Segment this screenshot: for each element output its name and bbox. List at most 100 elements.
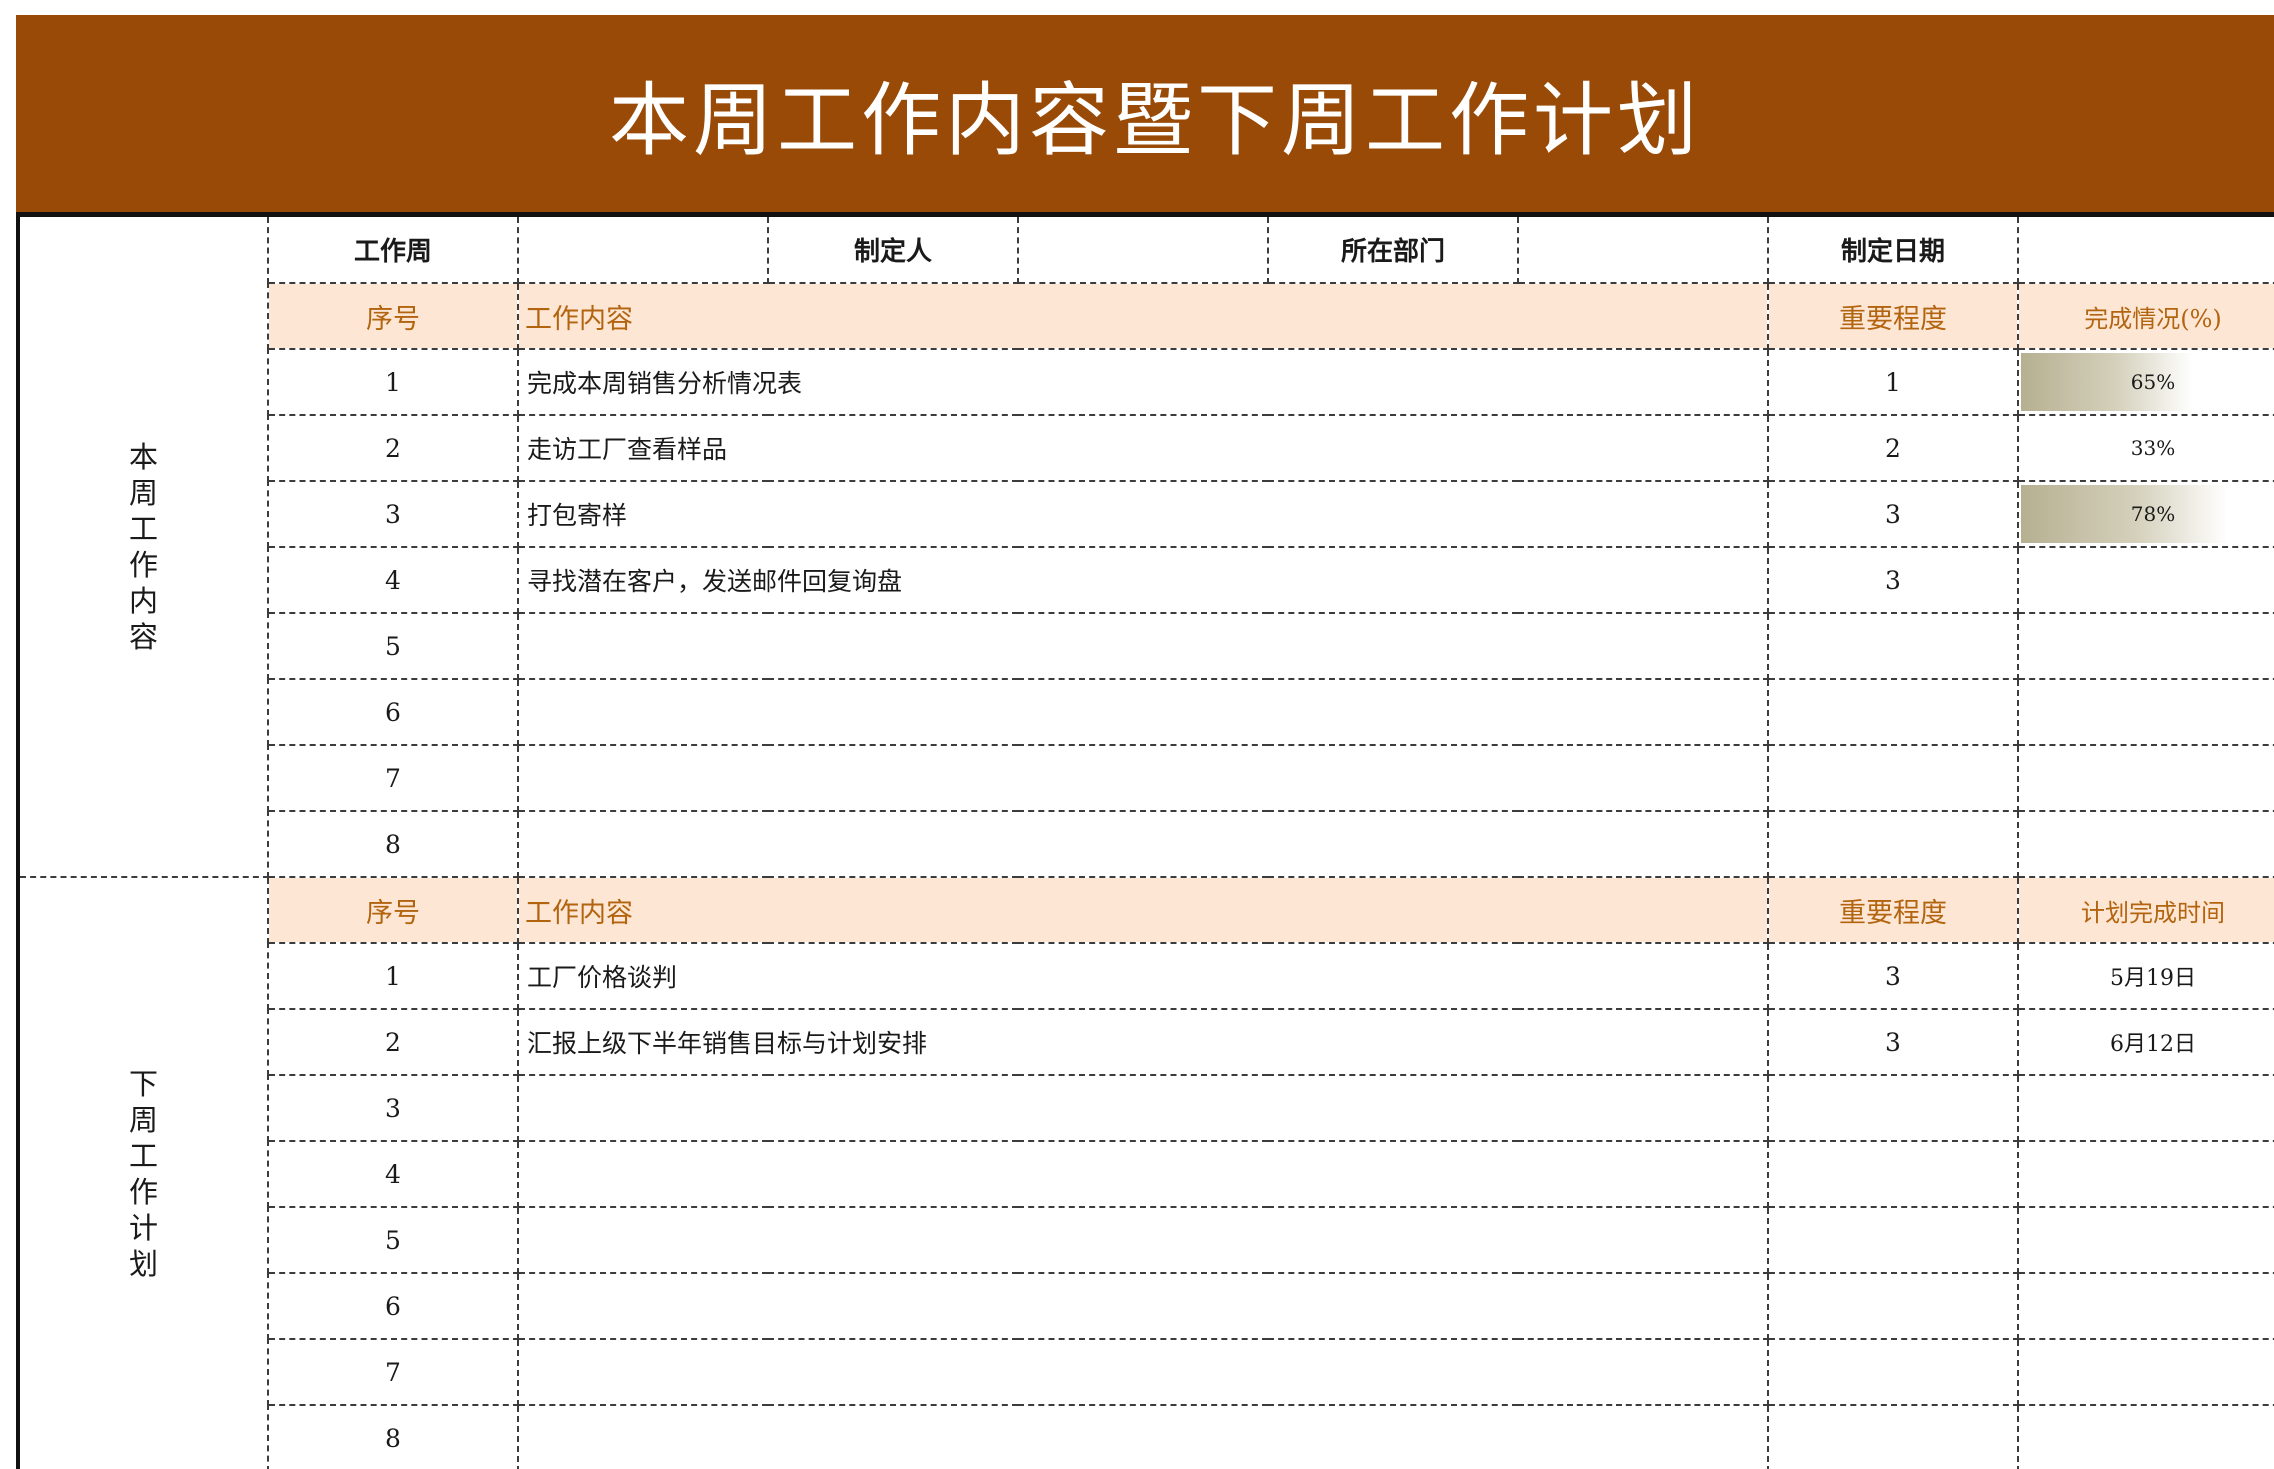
row-index[interactable]: 2 [267, 1008, 519, 1076]
title-bar[interactable]: 本周工作内容暨下周工作计划 [16, 15, 2274, 212]
row-status[interactable] [2017, 546, 2274, 614]
header-planned-time[interactable]: 计划完成时间 [2017, 876, 2274, 944]
row-status[interactable] [2017, 678, 2274, 746]
row-index[interactable]: 5 [267, 1206, 519, 1274]
row-importance[interactable] [1767, 1404, 2019, 1469]
row-content[interactable] [517, 1140, 1769, 1208]
row-content[interactable] [517, 744, 1769, 812]
row-importance[interactable] [1767, 612, 2019, 680]
section-label-this-week-text: 本周工作内容 [128, 439, 158, 654]
row-content[interactable]: 寻找潜在客户，发送邮件回复询盘 [517, 546, 1769, 614]
row-planned-time[interactable] [2017, 1140, 2274, 1208]
row-content[interactable] [517, 1338, 1769, 1406]
row-content[interactable] [517, 1404, 1769, 1469]
row-importance[interactable] [1767, 1272, 2019, 1340]
table-row: 8 [18, 1404, 2274, 1469]
table-row: 5 [18, 612, 2274, 680]
row-content[interactable]: 走访工厂查看样品 [517, 414, 1769, 482]
table-row: 5 [18, 1206, 2274, 1274]
work-plan-grid: 本周工作内容 工作周 制定人 所在部门 制定日期 序号 工作内容 重要程度 完成… [16, 217, 2274, 1469]
section-label-this-week[interactable]: 本周工作内容 [16, 217, 269, 878]
row-index[interactable]: 1 [267, 942, 519, 1010]
row-importance[interactable] [1767, 1074, 2019, 1142]
row-index[interactable]: 1 [267, 348, 519, 416]
header-importance[interactable]: 重要程度 [1767, 282, 2019, 350]
row-importance[interactable] [1767, 1140, 2019, 1208]
row-content[interactable] [517, 1206, 1769, 1274]
header-status[interactable]: 完成情况(%) [2017, 282, 2274, 350]
row-content[interactable] [517, 612, 1769, 680]
row-status[interactable] [2017, 612, 2274, 680]
row-status[interactable]: 78% [2017, 480, 2274, 548]
row-planned-time[interactable] [2017, 1404, 2274, 1469]
row-importance[interactable]: 2 [1767, 414, 2019, 482]
header-content[interactable]: 工作内容 [517, 876, 1769, 944]
row-status[interactable]: 33% [2017, 414, 2274, 482]
sheet-title: 本周工作内容暨下周工作计划 [609, 73, 1701, 167]
header-index[interactable]: 序号 [267, 282, 519, 350]
row-planned-time[interactable] [2017, 1074, 2274, 1142]
row-importance[interactable]: 3 [1767, 546, 2019, 614]
row-index[interactable]: 6 [267, 678, 519, 746]
work-week-value[interactable] [517, 217, 769, 284]
row-importance[interactable] [1767, 744, 2019, 812]
row-status[interactable] [2017, 810, 2274, 878]
row-importance[interactable] [1767, 1206, 2019, 1274]
this-week-header-row: 序号 工作内容 重要程度 完成情况(%) [18, 282, 2274, 350]
work-week-label: 工作周 [267, 217, 519, 284]
table-row: 3 打包寄样 3 78% [18, 480, 2274, 548]
row-content[interactable] [517, 678, 1769, 746]
work-plan-table: 本周工作内容 工作周 制定人 所在部门 制定日期 序号 工作内容 重要程度 完成… [16, 217, 2274, 1469]
row-index[interactable]: 3 [267, 480, 519, 548]
row-planned-time[interactable]: 6月12日 [2017, 1008, 2274, 1076]
row-status-text: 33% [2130, 436, 2176, 460]
row-importance[interactable] [1767, 1338, 2019, 1406]
progress-bar [2021, 485, 2229, 543]
maker-value[interactable] [1017, 217, 1269, 284]
row-planned-time[interactable]: 5月19日 [2017, 942, 2274, 1010]
row-index[interactable]: 8 [267, 1404, 519, 1469]
row-index[interactable]: 5 [267, 612, 519, 680]
row-planned-time[interactable] [2017, 1206, 2274, 1274]
row-planned-time[interactable] [2017, 1272, 2274, 1340]
table-row: 7 [18, 1338, 2274, 1406]
row-content[interactable] [517, 1272, 1769, 1340]
row-index[interactable]: 8 [267, 810, 519, 878]
table-row: 6 [18, 678, 2274, 746]
row-status[interactable]: 65% [2017, 348, 2274, 416]
row-content[interactable]: 打包寄样 [517, 480, 1769, 548]
row-importance[interactable]: 1 [1767, 348, 2019, 416]
row-index[interactable]: 7 [267, 744, 519, 812]
row-status-text: 65% [2130, 370, 2176, 394]
row-index[interactable]: 7 [267, 1338, 519, 1406]
section-label-next-week[interactable]: 下周工作计划 [16, 876, 269, 1469]
row-content[interactable] [517, 810, 1769, 878]
date-value[interactable] [2017, 217, 2274, 284]
row-importance[interactable] [1767, 810, 2019, 878]
header-content[interactable]: 工作内容 [517, 282, 1769, 350]
row-index[interactable]: 3 [267, 1074, 519, 1142]
row-content[interactable]: 工厂价格谈判 [517, 942, 1769, 1010]
next-week-header-row: 下周工作计划 序号 工作内容 重要程度 计划完成时间 [16, 876, 2274, 1469]
row-index[interactable]: 4 [267, 1140, 519, 1208]
table-row: 8 [18, 810, 2274, 878]
spreadsheet: 本周工作内容暨下周工作计划 本周工作内容 工作周 制定人 所在部门 制定日期 序… [16, 15, 2274, 1469]
header-importance[interactable]: 重要程度 [1767, 876, 2019, 944]
row-index[interactable]: 2 [267, 414, 519, 482]
row-content[interactable]: 完成本周销售分析情况表 [517, 348, 1769, 416]
row-importance[interactable]: 3 [1767, 480, 2019, 548]
department-value[interactable] [1517, 217, 1769, 284]
row-index[interactable]: 6 [267, 1272, 519, 1340]
row-index[interactable]: 4 [267, 546, 519, 614]
row-planned-time[interactable] [2017, 1338, 2274, 1406]
table-row: 7 [18, 744, 2274, 812]
row-importance[interactable]: 3 [1767, 1008, 2019, 1076]
section-label-next-week-text: 下周工作计划 [128, 1067, 158, 1281]
row-importance[interactable]: 3 [1767, 942, 2019, 1010]
row-importance[interactable] [1767, 678, 2019, 746]
row-content[interactable] [517, 1074, 1769, 1142]
row-content[interactable]: 汇报上级下半年销售目标与计划安排 [517, 1008, 1769, 1076]
row-status[interactable] [2017, 744, 2274, 812]
table-row: 1 工厂价格谈判 3 5月19日 [18, 942, 2274, 1010]
header-index[interactable]: 序号 [267, 876, 519, 944]
